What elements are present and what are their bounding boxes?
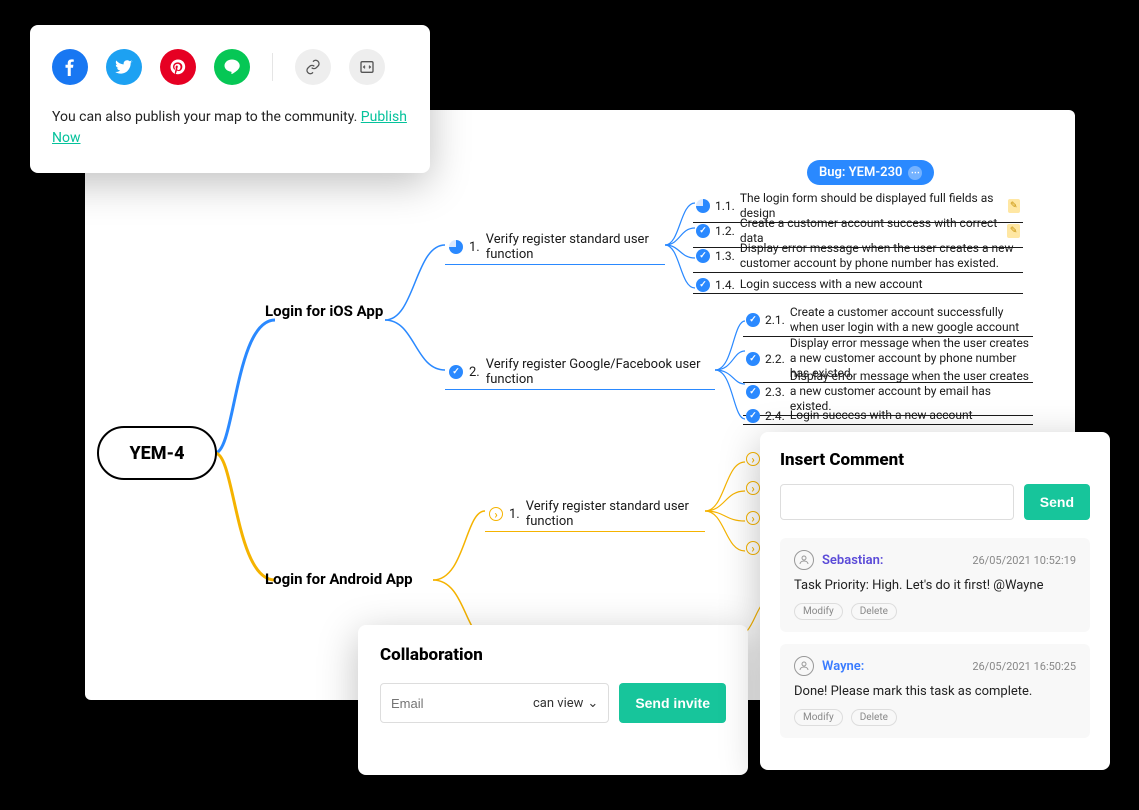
ios-node-1[interactable]: 1. Verify register standard user functio… bbox=[445, 230, 665, 265]
edit-icon[interactable]: ✎ bbox=[1008, 199, 1020, 213]
progress-icon bbox=[696, 199, 710, 213]
root-label: YEM-4 bbox=[129, 443, 184, 464]
check-icon bbox=[746, 385, 760, 399]
comment-user: Wayne: bbox=[794, 656, 864, 676]
facebook-icon[interactable] bbox=[52, 49, 88, 85]
leaf-1-3[interactable]: 1.3. Display error message when the user… bbox=[693, 240, 1023, 273]
check-icon bbox=[696, 224, 710, 238]
ios-node-2[interactable]: 2. Verify register Google/Facebook user … bbox=[445, 355, 715, 390]
check-icon bbox=[746, 409, 760, 423]
edit-icon[interactable]: ✎ bbox=[1007, 224, 1020, 238]
chevron-icon bbox=[489, 507, 503, 521]
collab-input-wrap: can view ⌄ bbox=[380, 683, 609, 723]
line-icon[interactable] bbox=[214, 49, 250, 85]
comments-panel: Insert Comment Send Sebastian: 26/05/202… bbox=[760, 432, 1110, 770]
comments-title: Insert Comment bbox=[780, 450, 1090, 470]
comment-body: Task Priority: High. Let's do it first! … bbox=[794, 578, 1076, 593]
leaf-2-4[interactable]: 2.4. Login success with a new account bbox=[743, 407, 1033, 425]
collaboration-card: Collaboration can view ⌄ Send invite bbox=[358, 625, 748, 775]
comment-time: 26/05/2021 10:52:19 bbox=[972, 554, 1076, 567]
modify-button[interactable]: Modify bbox=[794, 709, 843, 726]
check-icon bbox=[746, 352, 760, 366]
branch-android[interactable]: Login for Android App bbox=[265, 570, 465, 590]
pinterest-icon[interactable] bbox=[160, 49, 196, 85]
modify-button[interactable]: Modify bbox=[794, 603, 843, 620]
send-comment-button[interactable]: Send bbox=[1024, 484, 1090, 520]
ios-node-2-text: Verify register Google/Facebook user fun… bbox=[486, 357, 711, 387]
chevron-icon bbox=[746, 481, 760, 495]
role-select[interactable]: can view ⌄ bbox=[533, 696, 598, 711]
bug-badge-icon: ⋯ bbox=[908, 166, 922, 180]
chevron-icon bbox=[746, 452, 760, 466]
comment-body: Done! Please mark this task as complete. bbox=[794, 684, 1076, 699]
send-invite-button[interactable]: Send invite bbox=[619, 683, 726, 723]
link-icon[interactable] bbox=[295, 49, 331, 85]
comment-item-1: Sebastian: 26/05/2021 10:52:19 Task Prio… bbox=[780, 538, 1090, 632]
divider bbox=[272, 53, 273, 81]
ios-node-1-text: Verify register standard user function bbox=[486, 232, 661, 262]
chevron-icon bbox=[746, 541, 760, 555]
android-node-1[interactable]: 1. Verify register standard user functio… bbox=[485, 497, 705, 532]
avatar-icon bbox=[794, 550, 814, 570]
embed-icon[interactable] bbox=[349, 49, 385, 85]
comment-item-2: Wayne: 26/05/2021 16:50:25 Done! Please … bbox=[780, 644, 1090, 738]
check-icon bbox=[449, 365, 463, 379]
check-icon bbox=[696, 278, 710, 292]
twitter-icon[interactable] bbox=[106, 49, 142, 85]
leaf-2-1[interactable]: 2.1. Create a customer account successfu… bbox=[743, 304, 1033, 337]
check-icon bbox=[696, 249, 710, 263]
delete-button[interactable]: Delete bbox=[851, 709, 897, 726]
bug-badge-text: Bug: YEM-230 bbox=[819, 165, 902, 180]
share-popover: You can also publish your map to the com… bbox=[30, 25, 430, 173]
comment-user: Sebastian: bbox=[794, 550, 883, 570]
bug-badge[interactable]: Bug: YEM-230 ⋯ bbox=[807, 160, 934, 185]
progress-icon bbox=[449, 240, 463, 254]
email-field[interactable] bbox=[391, 696, 505, 711]
delete-button[interactable]: Delete bbox=[851, 603, 897, 620]
collab-title: Collaboration bbox=[380, 645, 726, 665]
chevron-down-icon: ⌄ bbox=[587, 696, 598, 711]
comment-input[interactable] bbox=[780, 484, 1014, 520]
root-node[interactable]: YEM-4 bbox=[97, 426, 217, 480]
share-text: You can also publish your map to the com… bbox=[52, 107, 408, 149]
chevron-icon bbox=[746, 511, 760, 525]
check-icon bbox=[746, 313, 760, 327]
branch-ios[interactable]: Login for iOS App bbox=[265, 302, 385, 322]
avatar-icon bbox=[794, 656, 814, 676]
leaf-1-4[interactable]: 1.4. Login success with a new account bbox=[693, 276, 1023, 294]
comment-time: 26/05/2021 16:50:25 bbox=[972, 660, 1076, 673]
